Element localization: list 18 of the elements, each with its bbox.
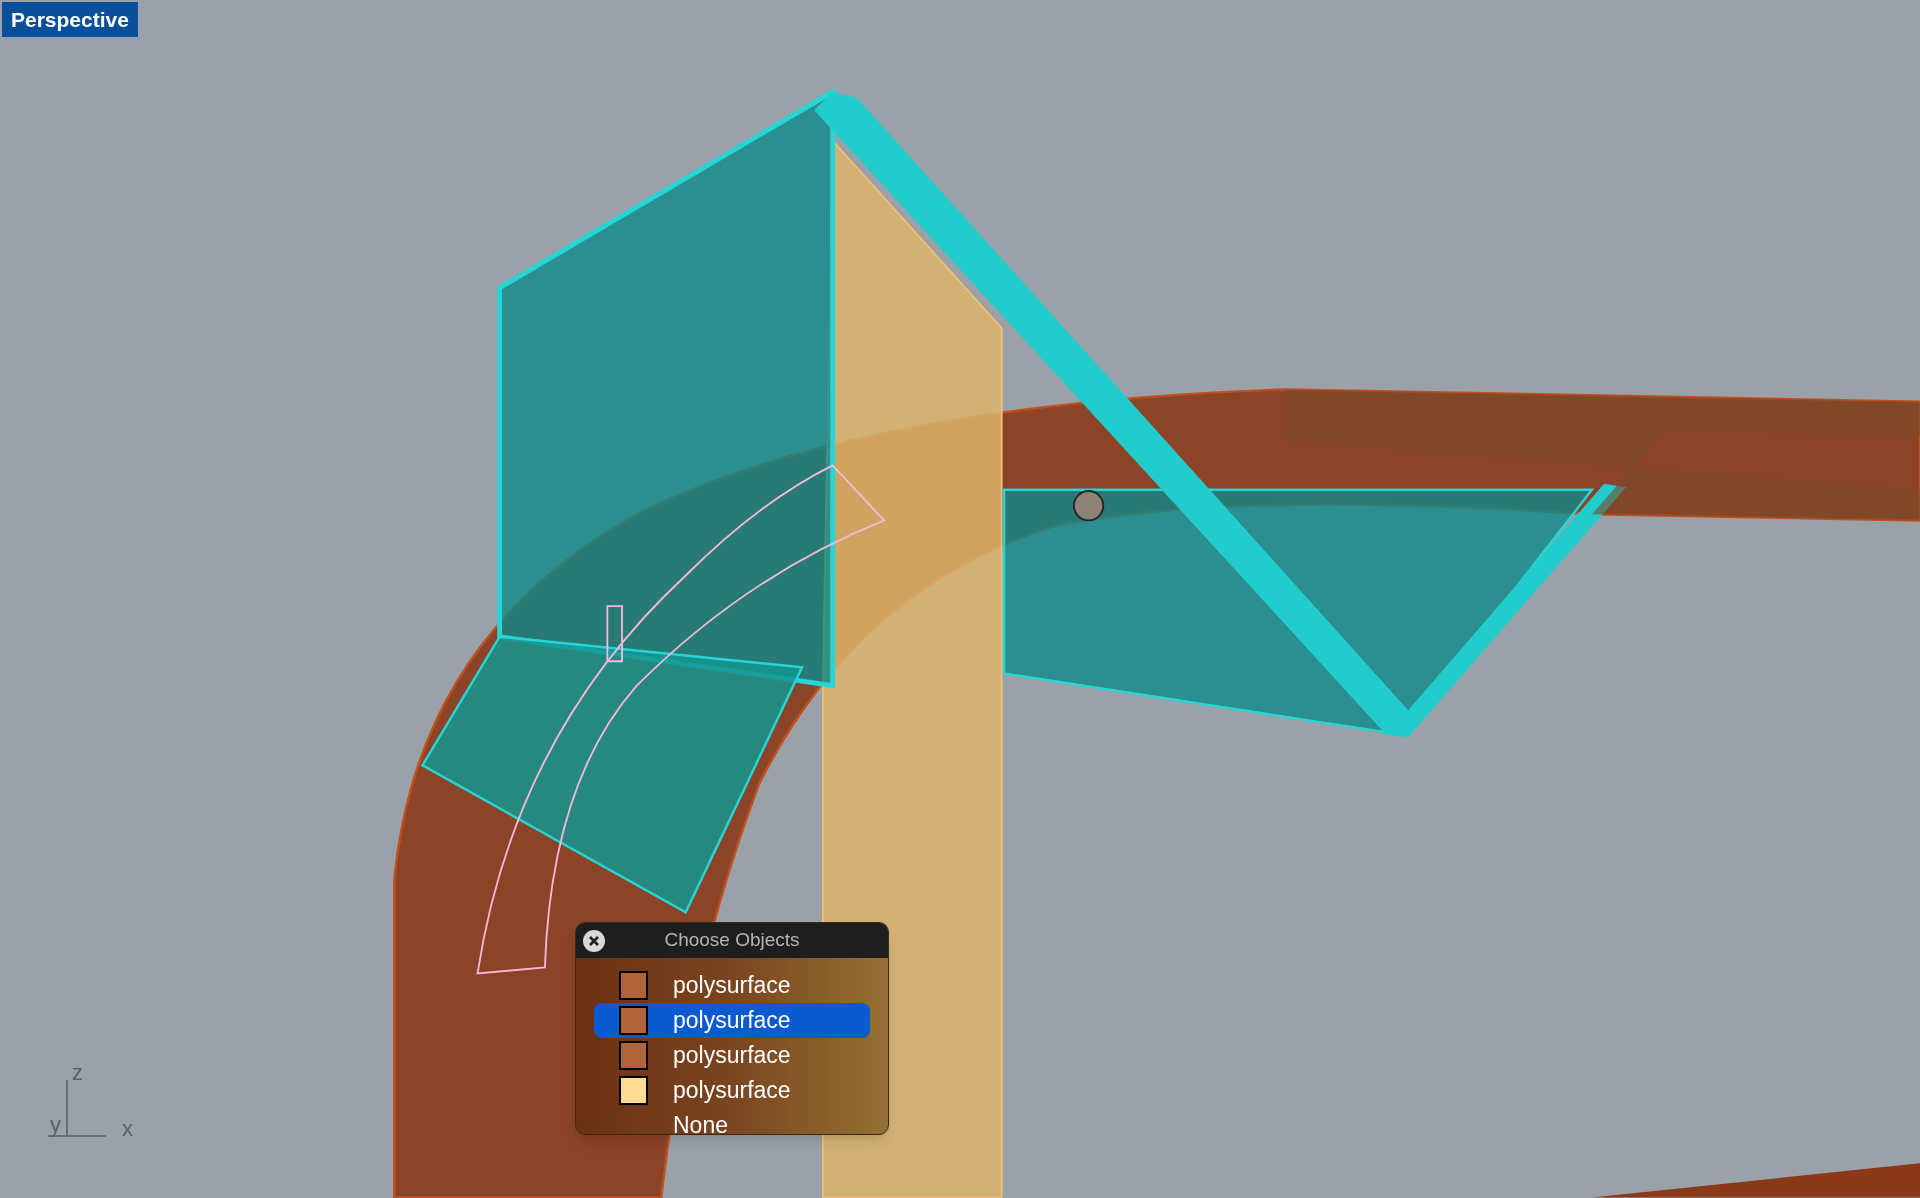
object-label: polysurface <box>673 1076 791 1106</box>
object-list-item[interactable]: polysurface <box>594 968 870 1003</box>
object-label: polysurface <box>673 971 791 1001</box>
close-icon <box>588 935 600 947</box>
z-axis-label: z <box>72 1062 83 1084</box>
axis-lines-drawing <box>47 1079 107 1137</box>
viewport-title[interactable]: Perspective <box>2 2 138 37</box>
y-axis-label: y <box>50 1114 61 1136</box>
object-label: polysurface <box>673 1006 791 1036</box>
object-label: None <box>673 1111 728 1134</box>
object-list-item[interactable]: None <box>594 1108 870 1134</box>
object-list-item[interactable]: polysurface <box>594 1073 870 1108</box>
object-list-item[interactable]: polysurface <box>594 1003 870 1038</box>
object-list-item[interactable]: polysurface <box>594 1038 870 1073</box>
x-axis-label: x <box>122 1118 133 1140</box>
close-button[interactable] <box>583 930 605 952</box>
object-label: polysurface <box>673 1041 791 1071</box>
popup-title: Choose Objects <box>664 928 800 953</box>
